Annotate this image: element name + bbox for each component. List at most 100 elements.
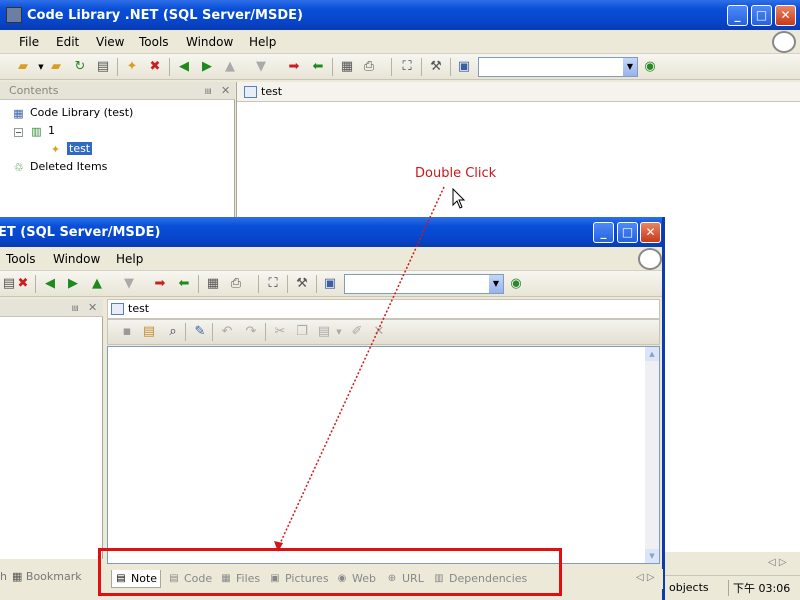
second-toolbar: ▤ ✖ ◀ ▶ ▲ ▼ ➡ ⬅ ▦ ⎙ ⛶ ⚒ ▣ ▼ ◉: [0, 271, 662, 297]
up-icon[interactable]: ▲: [221, 58, 239, 76]
folder-tree-icon: ▥: [31, 124, 42, 138]
tree-item[interactable]: ✦ test: [48, 142, 93, 156]
forward-icon[interactable]: ▶: [198, 58, 216, 76]
left-tab-h[interactable]: h: [0, 570, 7, 583]
main-title-bar[interactable]: Code Library .NET (SQL Server/MSDE) _ □ …: [0, 0, 800, 30]
second-menu-tools[interactable]: Tools: [6, 252, 36, 266]
second-print-icon[interactable]: ⎙: [227, 275, 245, 293]
scroll-down-icon[interactable]: ▼: [645, 549, 659, 563]
main-nav-arrows-icon[interactable]: ◁ ▷: [768, 557, 787, 568]
edit-note-icon[interactable]: ✎: [191, 323, 209, 341]
highlight-box: [98, 548, 562, 596]
search-db-icon[interactable]: ▣: [455, 58, 473, 76]
second-window: ET (SQL Server/MSDE) _ □ ✕ Tools Window …: [0, 217, 665, 600]
red-arrow-icon[interactable]: ➡: [285, 58, 303, 76]
contents-panel-header: Contents ⩏ ✕: [0, 82, 235, 100]
panel-close-icon[interactable]: ✕: [221, 84, 230, 97]
maximize-button[interactable]: □: [751, 5, 772, 26]
delete-icon[interactable]: ✖: [146, 58, 164, 76]
open-folder-icon[interactable]: ▰: [14, 58, 32, 76]
second-preview-icon[interactable]: ▦: [204, 275, 222, 293]
second-red-arrow-icon[interactable]: ➡: [151, 275, 169, 293]
scroll-up-icon[interactable]: ▲: [645, 347, 659, 361]
tree-root[interactable]: ▦ Code Library (test): [11, 106, 133, 120]
second-search-db-icon[interactable]: ▣: [321, 275, 339, 293]
left-tab-bookmark[interactable]: ▦ Bookmark: [12, 570, 82, 583]
tree-deleted[interactable]: ♲ Deleted Items: [11, 160, 108, 174]
menu-window[interactable]: Window: [186, 35, 233, 49]
note-editor[interactable]: ▲ ▼: [107, 346, 660, 564]
second-green-arrow-icon[interactable]: ⬅: [175, 275, 193, 293]
bookmark-icon: ▦: [12, 570, 23, 583]
go-icon[interactable]: ◉: [641, 58, 659, 76]
main-toolbar: ▰ ▼ ▰ ↻ ▤ ✦ ✖ ◀ ▶ ▲ ▼ ➡ ⬅ ▦ ⎙ ⛶ ⚒ ▣ ▼ ◉: [0, 54, 800, 80]
cut-icon[interactable]: ✂: [271, 323, 289, 341]
fullscreen-icon[interactable]: ⛶: [398, 58, 416, 76]
second-forward-icon[interactable]: ▶: [64, 275, 82, 293]
second-title-bar[interactable]: ET (SQL Server/MSDE) _ □ ✕: [0, 217, 662, 247]
menu-help[interactable]: Help: [249, 35, 276, 49]
format-icon[interactable]: ✐: [348, 323, 366, 341]
clear-icon[interactable]: ✕: [370, 323, 388, 341]
second-delete-icon[interactable]: ✖: [14, 275, 32, 293]
menu-tools[interactable]: Tools: [139, 35, 169, 49]
properties-icon[interactable]: ▤: [140, 323, 158, 341]
collapse-icon[interactable]: −: [14, 128, 23, 137]
second-minimize-button[interactable]: _: [593, 222, 614, 243]
folder-icon[interactable]: ▰: [47, 58, 65, 76]
tree-folder-label: 1: [48, 124, 55, 137]
second-combo-arrow-icon[interactable]: ▼: [489, 275, 503, 293]
green-arrow-icon[interactable]: ⬅: [309, 58, 327, 76]
second-back-icon[interactable]: ◀: [41, 275, 59, 293]
second-window-title: ET (SQL Server/MSDE): [0, 225, 161, 240]
tools-icon[interactable]: ⚒: [427, 58, 445, 76]
copy-icon[interactable]: ❐: [293, 323, 311, 341]
library-icon: ▦: [13, 106, 24, 120]
second-up-icon[interactable]: ▲: [88, 275, 106, 293]
second-panel-close-icon[interactable]: ✕: [88, 301, 97, 314]
combo-arrow-icon[interactable]: ▼: [623, 58, 637, 76]
second-left-panel-header: ⩏ ✕: [0, 299, 103, 317]
new-item-icon[interactable]: ✦: [123, 58, 141, 76]
tree-root-label: Code Library (test): [30, 106, 134, 119]
status-time: 下午 03:06: [728, 580, 790, 596]
second-fullscreen-icon[interactable]: ⛶: [264, 275, 282, 293]
redo-icon[interactable]: ↷: [242, 323, 260, 341]
pin-icon[interactable]: ⩏: [205, 84, 211, 98]
tree-folder[interactable]: ▥ 1: [29, 124, 55, 138]
editor-scrollbar[interactable]: ▲ ▼: [645, 347, 659, 563]
second-pin-icon[interactable]: ⩏: [72, 301, 78, 315]
second-close-button[interactable]: ✕: [640, 222, 661, 243]
save-icon[interactable]: ▪: [118, 323, 136, 341]
find-icon[interactable]: ⌕: [164, 323, 182, 341]
down-icon[interactable]: ▼: [252, 58, 270, 76]
doc-tab-test[interactable]: test: [243, 84, 282, 102]
menu-file[interactable]: File: [19, 35, 39, 49]
search-combo[interactable]: ▼: [478, 57, 638, 77]
second-maximize-button[interactable]: □: [617, 222, 638, 243]
second-go-icon[interactable]: ◉: [507, 275, 525, 293]
edit-page-icon[interactable]: ▤: [94, 58, 112, 76]
second-tools-icon[interactable]: ⚒: [293, 275, 311, 293]
refresh-icon[interactable]: ↻: [71, 58, 89, 76]
menu-edit[interactable]: Edit: [56, 35, 79, 49]
undo-icon[interactable]: ↶: [218, 323, 236, 341]
status-objects: objects: [669, 581, 709, 594]
minimize-button[interactable]: _: [727, 5, 748, 26]
second-document-area: test ▪ ▤ ⌕ ✎ ↶ ↷ ✂ ❐ ▤ ▼ ✐ ✕ ▲ ▼: [105, 299, 662, 564]
second-menu-bar: Tools Window Help: [0, 247, 662, 271]
tree-item-label: test: [67, 142, 93, 155]
second-down-icon[interactable]: ▼: [120, 275, 138, 293]
menu-view[interactable]: View: [96, 35, 124, 49]
close-button[interactable]: ✕: [775, 5, 796, 26]
second-menu-window[interactable]: Window: [53, 252, 100, 266]
back-icon[interactable]: ◀: [175, 58, 193, 76]
second-menu-help[interactable]: Help: [116, 252, 143, 266]
tab-nav-arrows-icon[interactable]: ◁ ▷: [636, 572, 655, 583]
paste-dropdown-icon[interactable]: ▼: [330, 323, 348, 341]
preview-icon[interactable]: ▦: [338, 58, 356, 76]
print-icon[interactable]: ⎙: [360, 58, 378, 76]
second-doc-tab-test[interactable]: test: [110, 301, 149, 319]
main-status-bar: objects 下午 03:06: [660, 575, 800, 600]
second-search-combo[interactable]: ▼: [344, 274, 504, 294]
